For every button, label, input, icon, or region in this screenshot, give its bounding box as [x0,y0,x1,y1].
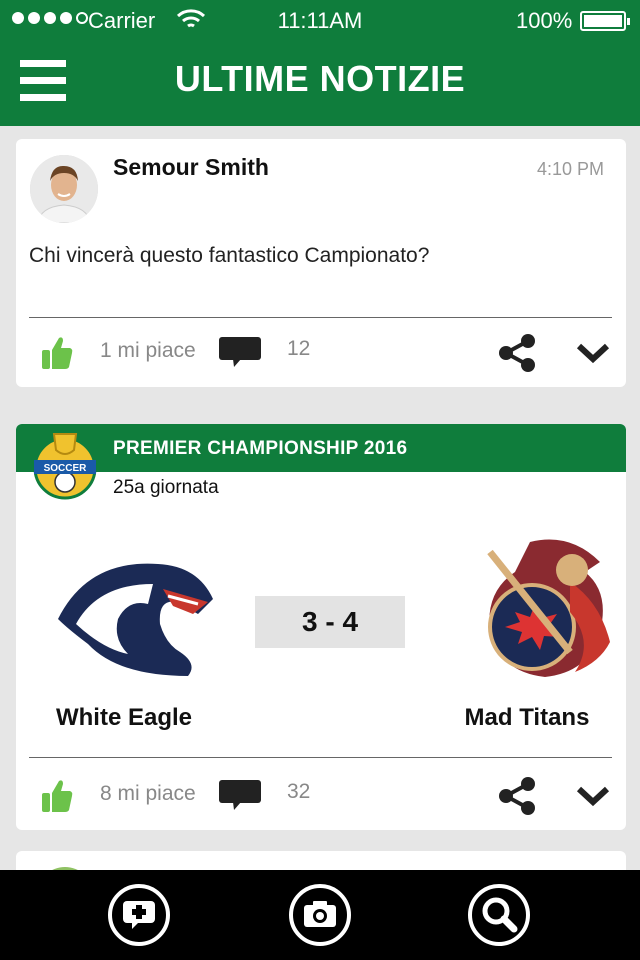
league-logo-text: SOCCER [44,463,88,474]
chevron-down-icon[interactable] [576,341,610,365]
divider [29,757,612,758]
like-count: 1 mi piace [100,339,196,362]
camera-button[interactable] [289,884,351,946]
league-logo: SOCCER [33,433,97,500]
match-round: 25a giornata [113,477,219,498]
post-card[interactable]: Semour Smith 4:10 PM Chi vincerà questo … [16,139,626,387]
battery-icon [580,11,630,31]
like-icon[interactable] [40,335,74,371]
camera-icon [304,901,336,927]
new-post-button[interactable] [108,884,170,946]
page-title: ULTIME NOTIZIE [174,58,466,99]
search-button[interactable] [468,884,530,946]
post-actions: 1 mi piace 12 [16,325,626,375]
match-card[interactable]: PREMIER CHAMPIONSHIP 2016 SOCCER 25a gio… [16,424,626,830]
comment-count: 12 [287,337,311,360]
post-time: 4:10 PM [536,159,604,179]
divider [29,317,612,318]
battery-percent: 100% [516,8,573,33]
like-count: 8 mi piace [100,782,196,805]
bottom-toolbar [0,870,640,960]
comment-icon[interactable] [217,335,263,369]
comment-count: 32 [287,780,311,803]
chevron-down-icon[interactable] [576,784,610,808]
comment-icon[interactable] [217,778,263,812]
like-icon[interactable] [40,778,74,814]
mad-titans-logo[interactable] [460,532,630,682]
league-name: PREMIER CHAMPIONSHIP 2016 [113,438,408,459]
match-actions: 8 mi piace 32 [16,768,626,818]
league-header: PREMIER CHAMPIONSHIP 2016 [16,424,626,472]
app-header: Carrier 11:11AM 100% ULTIME NOTIZIE [0,0,640,126]
share-icon[interactable] [496,333,538,373]
post-author[interactable]: Semour Smith [113,154,269,181]
away-team-name[interactable]: Mad Titans [427,704,627,732]
match-score: 3 - 4 [255,596,405,648]
new-post-icon [123,901,155,929]
status-bar: Carrier 11:11AM 100% [0,0,640,40]
share-icon[interactable] [496,776,538,816]
white-eagle-logo[interactable] [48,544,218,694]
search-icon [482,897,518,933]
home-team-name[interactable]: White Eagle [24,704,224,732]
post-text: Chi vincerà questo fantastico Campionato… [29,244,430,267]
avatar[interactable] [30,155,98,223]
